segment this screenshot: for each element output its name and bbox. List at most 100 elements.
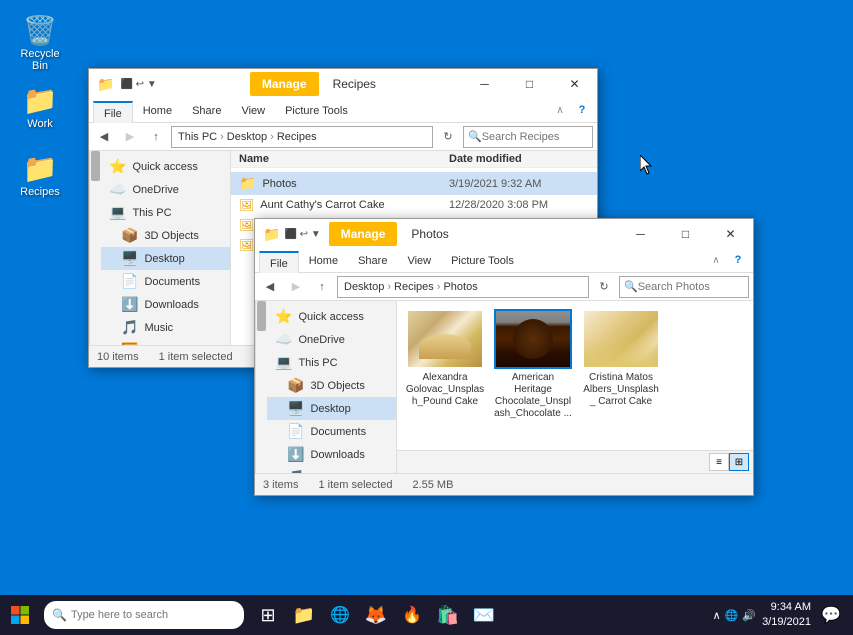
photo-thumb-carrot[interactable]: Cristina Matos Albers_Unsplash_ Carrot C… [581,309,661,408]
breadcrumb-recipes[interactable]: This PC › Desktop › Recipes [171,126,433,148]
back-btn-recipes[interactable]: ◀ [93,126,115,148]
tab-picture-tools-recipes[interactable]: Picture Tools [275,99,358,122]
tab-file-recipes[interactable]: File [93,101,133,124]
help-btn-recipes[interactable]: ? [571,99,593,121]
manage-btn-photos[interactable]: Manage [329,222,398,246]
photo-thumb-pound[interactable]: Alexandra Golovac_Unsplas h_Pound Cake [405,309,485,408]
work-folder-icon[interactable]: 📁 Work [8,80,72,134]
recipes-sidebar: ⭐ Quick access ☁️ OneDrive 💻 This PC 📦 3… [101,151,231,345]
search-input-photos[interactable] [638,281,738,293]
up-btn-photos[interactable]: ↑ [311,276,333,298]
sidebar-item-documents-photos[interactable]: 📄 Documents [267,420,396,443]
collapse-ribbon-photos[interactable]: ∧ [705,249,727,271]
forward-btn-recipes[interactable]: ▶ [119,126,141,148]
start-button[interactable] [0,595,40,635]
tab-share-recipes[interactable]: Share [182,99,231,122]
tab-view-recipes[interactable]: View [231,99,275,122]
thumb-img-chocolate [494,309,572,369]
photos-toolbar: ⬛ ↩ ▼ [284,229,320,240]
close-btn-recipes[interactable]: ✕ [552,69,597,99]
sidebar-item-onedrive-recipes[interactable]: ☁️ OneDrive [101,178,230,201]
volume-icon[interactable]: 🔊 [742,609,756,622]
back-btn-photos[interactable]: ◀ [259,276,281,298]
selected-size-photos: 2.55 MB [412,479,453,491]
app5-taskbar[interactable]: 🔥 [396,599,428,631]
task-view-btn[interactable]: ⊞ [252,599,284,631]
firefox-taskbar[interactable]: 🦊 [360,599,392,631]
photo-label-pound: Alexandra Golovac_Unsplas h_Pound Cake [405,372,485,408]
tab-home-photos[interactable]: Home [299,249,348,272]
photos-status-bar: 3 items 1 item selected 2.55 MB [255,473,753,495]
sidebar-item-this-pc-photos[interactable]: 💻 This PC [267,351,396,374]
search-input-recipes[interactable] [482,131,582,143]
list-view-btn[interactable]: ≡ [709,453,729,471]
minimize-btn-photos[interactable]: ─ [618,219,663,249]
photos-title-text: Photos [405,227,618,241]
collapse-ribbon-recipes[interactable]: ∧ [549,99,571,121]
sidebar-item-this-pc-recipes[interactable]: 💻 This PC [101,201,230,224]
edge-taskbar[interactable]: 🌐 [324,599,356,631]
taskbar: 🔍 ⊞ 📁 🌐 🦊 🔥 🛍️ ✉️ ∧ 🌐 🔊 9:34 AM 3/19/202… [0,595,853,635]
recipes-title-bar: 📁 ⬛ ↩ ▼ Manage Recipes ─ □ ✕ [89,69,597,99]
cursor [640,155,654,175]
up-btn-recipes[interactable]: ↑ [145,126,167,148]
recipes-address-bar: ◀ ▶ ↑ This PC › Desktop › Recipes ↻ 🔍 [89,123,597,151]
thumb-img-pound [406,309,484,369]
photos-body: ⭐ Quick access ☁️ OneDrive 💻 This PC 📦 3… [255,301,753,473]
search-box-photos: 🔍 [619,276,749,298]
vscroll-photos[interactable] [255,301,267,473]
tab-view-photos[interactable]: View [397,249,441,272]
forward-btn-photos[interactable]: ▶ [285,276,307,298]
sidebar-item-onedrive-photos[interactable]: ☁️ OneDrive [267,328,396,351]
tab-file-photos[interactable]: File [259,251,299,274]
breadcrumb-photos[interactable]: Desktop › Recipes › Photos [337,276,589,298]
maximize-btn-photos[interactable]: □ [663,219,708,249]
tab-share-photos[interactable]: Share [348,249,397,272]
taskbar-search-box[interactable]: 🔍 [44,601,244,629]
table-row[interactable]: 🖼 Aunt Cathy's Carrot Cake 12/28/2020 3:… [231,195,597,215]
sidebar-item-quick-access-photos[interactable]: ⭐ Quick access [267,305,396,328]
sidebar-item-quick-access-recipes[interactable]: ⭐ Quick access [101,155,230,178]
help-btn-photos[interactable]: ? [727,249,749,271]
recipes-desktop-icon[interactable]: 📁 Recipes [8,148,72,202]
sidebar-item-documents-recipes[interactable]: 📄 Documents [101,270,230,293]
tile-view-btn[interactable]: ⊞ [729,453,749,471]
refresh-btn-photos[interactable]: ↻ [593,276,615,298]
minimize-btn-recipes[interactable]: ─ [462,69,507,99]
sidebar-item-desktop-recipes[interactable]: 🖥️ Desktop [101,247,230,270]
sidebar-item-music-photos[interactable]: 🎵 Music [267,466,396,473]
taskbar-right-area: ∧ 🌐 🔊 9:34 AM 3/19/2021 💬 [713,600,853,631]
item-count-photos: 3 items [263,479,298,491]
recipes-ribbon-tabs: File Home Share View Picture Tools ∧ ? [89,99,597,123]
refresh-btn-recipes[interactable]: ↻ [437,126,459,148]
store-taskbar[interactable]: 🛍️ [432,599,464,631]
file-explorer-taskbar[interactable]: 📁 [288,599,320,631]
clock-date: 3/19/2021 [762,615,811,630]
close-btn-photos[interactable]: ✕ [708,219,753,249]
notification-btn[interactable]: 💬 [817,601,845,629]
sidebar-item-3d-photos[interactable]: 📦 3D Objects [267,374,396,397]
mail-taskbar[interactable]: ✉️ [468,599,500,631]
network-icon[interactable]: 🌐 [725,609,739,622]
vscroll-recipes[interactable] [89,151,101,345]
recycle-bin-icon[interactable]: 🗑️ Recycle Bin [8,10,72,76]
sidebar-item-music-recipes[interactable]: 🎵 Music [101,316,230,339]
photos-sidebar: ⭐ Quick access ☁️ OneDrive 💻 This PC 📦 3… [267,301,397,473]
maximize-btn-recipes[interactable]: □ [507,69,552,99]
manage-btn-recipes[interactable]: Manage [250,72,319,96]
sidebar-item-downloads-photos[interactable]: ⬇️ Downloads [267,443,396,466]
sys-tray: ∧ 🌐 🔊 [713,609,756,622]
search-box-recipes: 🔍 [463,126,593,148]
sidebar-item-downloads-recipes[interactable]: ⬇️ Downloads [101,293,230,316]
sidebar-item-3d-recipes[interactable]: 📦 3D Objects [101,224,230,247]
table-row[interactable]: 📁 Photos 3/19/2021 9:32 AM [231,172,597,195]
photo-thumb-chocolate[interactable]: American Heritage Chocolate_Unspl ash_Ch… [493,309,573,420]
photos-grid: Alexandra Golovac_Unsplas h_Pound Cake A… [397,301,753,473]
chevron-up-icon[interactable]: ∧ [713,609,721,622]
taskbar-search-input[interactable] [71,609,221,621]
folder-icon-title: 📁 [97,76,114,93]
tab-home-recipes[interactable]: Home [133,99,182,122]
taskbar-clock[interactable]: 9:34 AM 3/19/2021 [762,600,811,631]
tab-picture-tools-photos[interactable]: Picture Tools [441,249,524,272]
sidebar-item-desktop-photos[interactable]: 🖥️ Desktop [267,397,396,420]
